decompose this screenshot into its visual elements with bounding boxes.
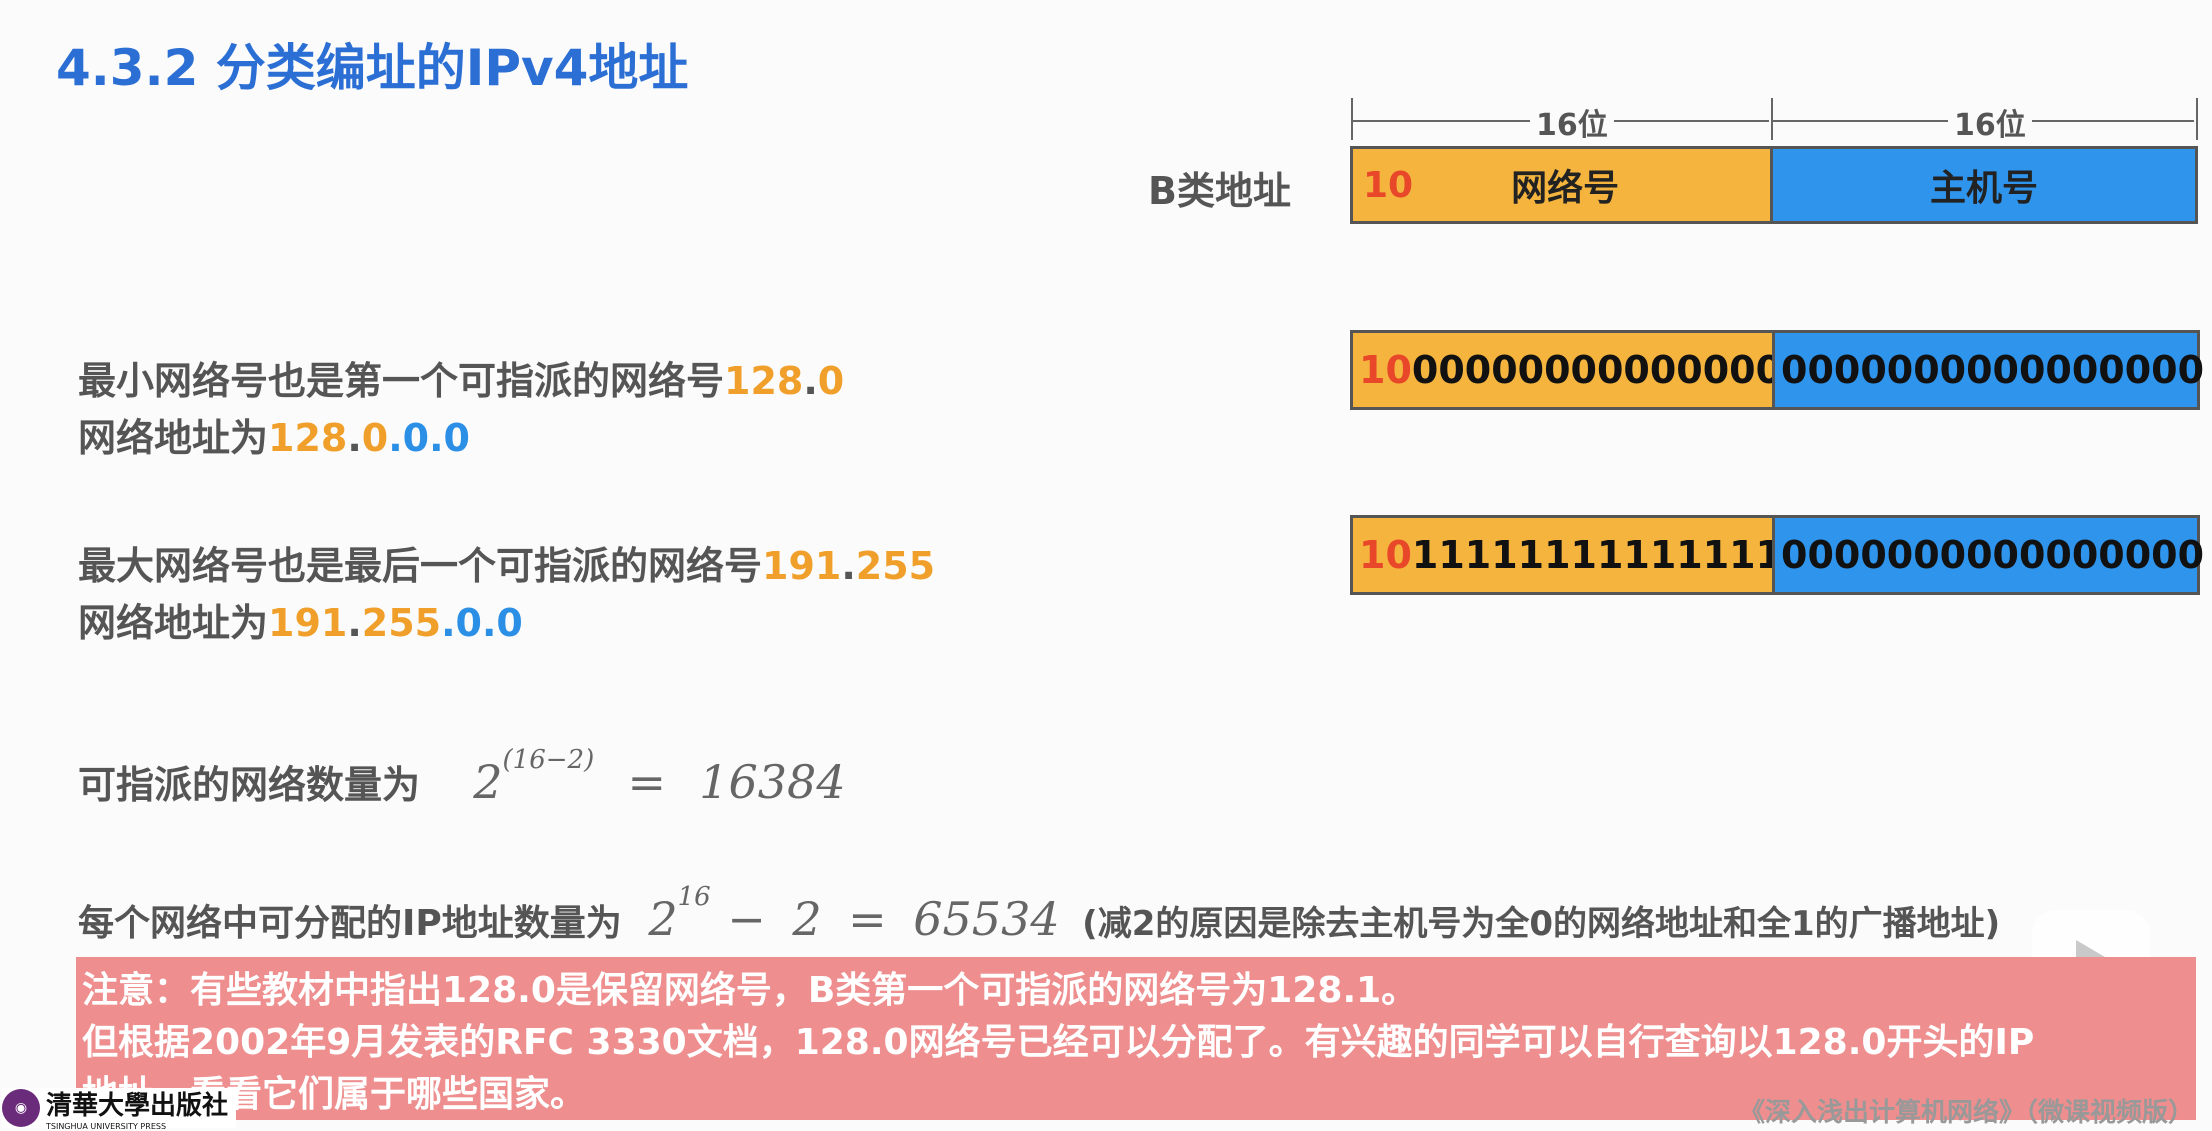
university-seal-icon: ◉ bbox=[2, 1089, 40, 1127]
min-prefix: 1000000000000000 bbox=[1359, 348, 1783, 392]
host-count-line: 每个网络中可分配的IP地址数量为 216 − 2 = 65534 (减2的原因是… bbox=[78, 882, 2001, 946]
min-network-line1: 最小网络号也是第一个可指派的网络号128.0 bbox=[78, 359, 845, 403]
page-title: 4.3.2 分类编址的IPv4地址 bbox=[56, 39, 689, 97]
min-host-bits: 0000000000000000 bbox=[1781, 348, 2205, 392]
max-network-line1: 最大网络号也是最后一个可指派的网络号191.255 bbox=[78, 544, 936, 588]
bits-right-label: 16位 bbox=[1948, 100, 2032, 144]
max-host-bits-box: 0000000000000000 bbox=[1772, 515, 2204, 595]
max-network-bits: 11111111111111 bbox=[1411, 533, 1783, 577]
class-label: B类地址 bbox=[1148, 169, 1291, 213]
publisher-name: 清華大學出版社 TSINGHUA UNIVERSITY PRESS bbox=[46, 1091, 229, 1131]
network-count-line: 可指派的网络数量为 2(16−2) = 16384 bbox=[78, 745, 846, 809]
host-field: 主机号 bbox=[1770, 146, 2198, 224]
note-line-2: 但根据2002年9月发表的RFC 3330文档，128.0网络号已经可以分配了。… bbox=[82, 1022, 2035, 1063]
host-count-note: (减2的原因是除去主机号为全0的网络地址和全1的广播地址) bbox=[1082, 904, 2001, 944]
bits-left-label: 16位 bbox=[1530, 100, 1614, 144]
network-label: 网络号 bbox=[1511, 168, 1620, 209]
max-prefix: 1011111111111111 bbox=[1359, 533, 1783, 577]
dim-tick-left bbox=[1351, 98, 1353, 140]
min-network-bits-box: 1000000000000000 bbox=[1350, 330, 1782, 410]
max-network-bits-box: 1011111111111111 bbox=[1350, 515, 1782, 595]
note-line-1: 注意：有些教材中指出128.0是保留网络号，B类第一个可指派的网络号为128.1… bbox=[82, 970, 1418, 1011]
dim-tick-mid bbox=[1771, 98, 1773, 140]
host-label: 主机号 bbox=[1929, 168, 2038, 209]
network-field: 10 网络号 bbox=[1350, 146, 1773, 224]
dim-tick-right bbox=[2196, 98, 2198, 140]
publisher-logo: ◉ 清華大學出版社 TSINGHUA UNIVERSITY PRESS bbox=[2, 1088, 237, 1131]
min-network-line2: 网络地址为128.0.0.0 bbox=[78, 416, 470, 460]
prefix-bits: 10 bbox=[1363, 164, 1414, 206]
max-network-line2: 网络地址为191.255.0.0 bbox=[78, 601, 523, 645]
min-network-bits: 00000000000000 bbox=[1411, 348, 1783, 392]
book-title-footer: 《深入浅出计算机网络》（微课视频版） bbox=[1738, 1098, 2194, 1128]
min-host-bits-box: 0000000000000000 bbox=[1772, 330, 2204, 410]
max-host-bits: 0000000000000000 bbox=[1781, 533, 2205, 577]
